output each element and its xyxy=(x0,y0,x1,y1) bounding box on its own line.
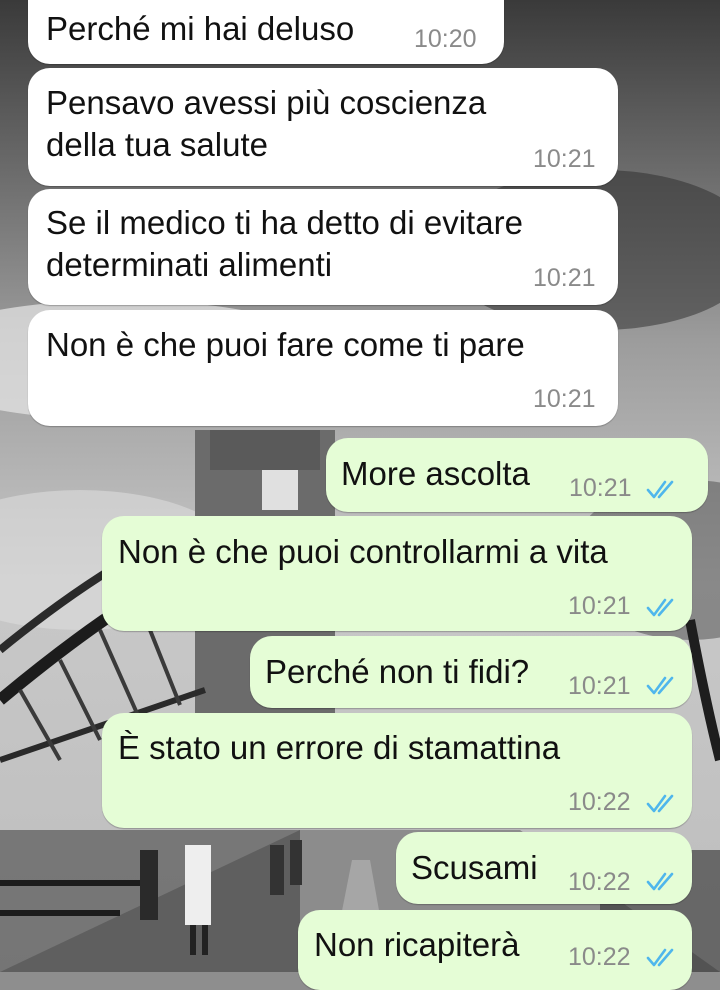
read-double-check-icon xyxy=(646,794,674,813)
message-timestamp: 10:22 xyxy=(568,943,631,971)
incoming-message-bubble[interactable]: Se il medico ti ha detto di evitare dete… xyxy=(28,189,618,305)
message-timestamp: 10:21 xyxy=(568,592,631,620)
outgoing-message-bubble[interactable]: Non ricapiterà 10:22 xyxy=(298,910,692,990)
message-timestamp: 10:21 xyxy=(568,672,631,700)
read-double-check-icon xyxy=(646,948,674,967)
message-text: Scusami xyxy=(411,849,538,886)
message-text: Non è che puoi controllarmi a vita xyxy=(118,533,608,570)
outgoing-message-bubble[interactable]: Scusami 10:22 xyxy=(396,832,692,904)
incoming-message-bubble[interactable]: Non è che puoi fare come ti pare 10:21 xyxy=(28,310,618,426)
outgoing-message-bubble[interactable]: Perché non ti fidi? 10:21 xyxy=(250,636,692,708)
message-text: Pensavo avessi più coscienza xyxy=(46,84,487,121)
message-text: Se il medico ti ha detto di evitare xyxy=(46,204,523,241)
message-timestamp: 10:21 xyxy=(533,385,596,413)
message-text: Perché mi hai deluso xyxy=(46,10,355,47)
outgoing-message-bubble[interactable]: More ascolta 10:21 xyxy=(326,438,708,512)
message-text: Non è che puoi fare come ti pare xyxy=(46,326,525,363)
message-timestamp: 10:21 xyxy=(533,145,596,173)
message-timestamp: 10:22 xyxy=(568,788,631,816)
message-text: della tua salute xyxy=(46,126,268,163)
message-text: More ascolta xyxy=(341,455,530,492)
message-text: Perché non ti fidi? xyxy=(265,653,530,690)
read-double-check-icon xyxy=(646,480,674,499)
read-double-check-icon xyxy=(646,676,674,695)
outgoing-message-bubble[interactable]: È stato un errore di stamattina 10:22 xyxy=(102,713,692,828)
incoming-message-bubble[interactable]: Perché mi hai deluso 10:20 xyxy=(28,0,504,64)
message-timestamp: 10:20 xyxy=(414,25,477,53)
read-double-check-icon xyxy=(646,872,674,891)
outgoing-message-bubble[interactable]: Non è che puoi controllarmi a vita 10:21 xyxy=(102,516,692,631)
message-text: Non ricapiterà xyxy=(314,926,520,963)
message-text: È stato un errore di stamattina xyxy=(118,729,561,766)
message-text: determinati alimenti xyxy=(46,246,333,283)
incoming-message-bubble[interactable]: Pensavo avessi più coscienza della tua s… xyxy=(28,68,618,186)
read-double-check-icon xyxy=(646,598,674,617)
message-timestamp: 10:21 xyxy=(533,264,596,292)
message-timestamp: 10:22 xyxy=(568,868,631,896)
message-timestamp: 10:21 xyxy=(569,474,632,502)
